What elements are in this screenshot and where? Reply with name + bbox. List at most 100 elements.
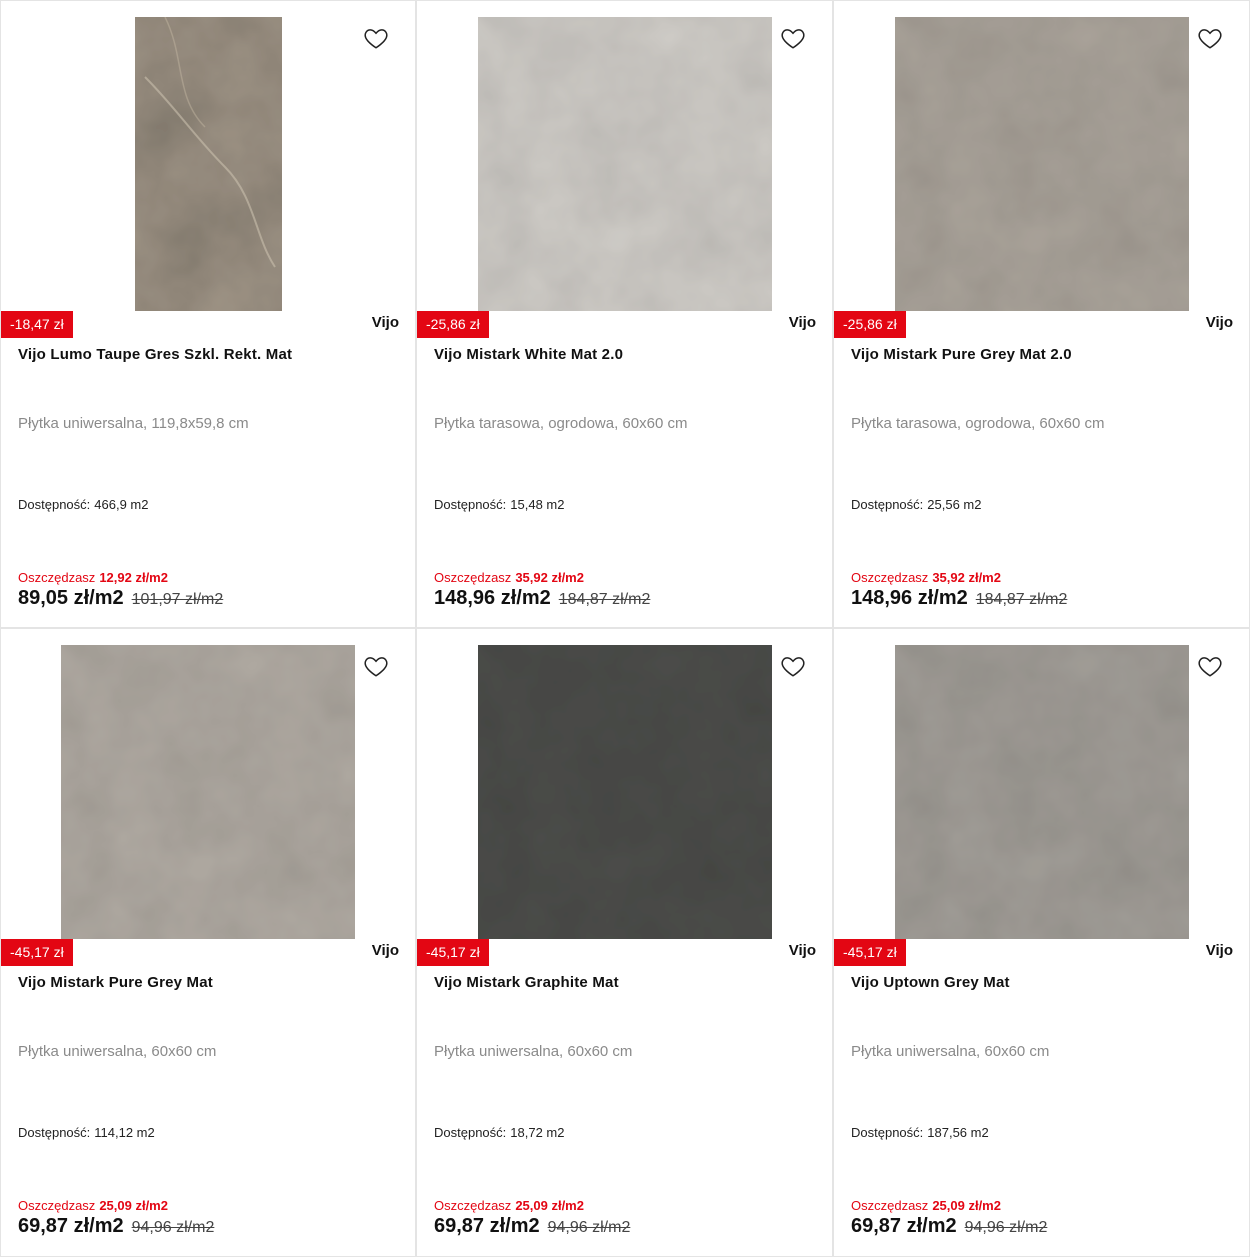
price-row: 89,05 zł/m2 101,97 zł/m2: [18, 587, 223, 610]
current-price: 69,87 zł/m2: [434, 1215, 540, 1237]
product-image[interactable]: [61, 645, 355, 939]
product-card[interactable]: -45,17 zł Vijo Vijo Mistark Pure Grey Ma…: [0, 628, 416, 1257]
product-title[interactable]: Vijo Mistark Graphite Mat: [434, 974, 820, 991]
savings-label: Oszczędzasz: [18, 1198, 96, 1213]
product-card[interactable]: -18,47 zł Vijo Vijo Lumo Taupe Gres Szkl…: [0, 0, 416, 628]
heart-icon[interactable]: [780, 653, 806, 679]
product-image[interactable]: [134, 17, 282, 311]
savings: Oszczędzasz 12,92 zł/m2: [18, 570, 168, 585]
heart-icon[interactable]: [363, 653, 389, 679]
savings-label: Oszczędzasz: [851, 1198, 929, 1213]
availability: Dostępność: 15,48 m2: [434, 497, 564, 512]
availability-label: Dostępność:: [18, 1125, 91, 1140]
savings-value: 12,92 zł/m2: [99, 570, 168, 585]
availability-value: 18,72 m2: [510, 1125, 565, 1140]
brand-label: Vijo: [371, 314, 399, 331]
savings: Oszczędzasz 35,92 zł/m2: [434, 570, 584, 585]
availability-label: Dostępność:: [851, 497, 924, 512]
old-price: 94,96 zł/m2: [964, 1219, 1048, 1236]
brand-label: Vijo: [788, 314, 816, 331]
discount-badge: -45,17 zł: [834, 939, 906, 966]
brand-label: Vijo: [1205, 314, 1233, 331]
old-price: 184,87 zł/m2: [975, 591, 1068, 608]
product-image-wrapper[interactable]: [417, 17, 832, 311]
product-image[interactable]: [894, 645, 1189, 939]
discount-badge: -25,86 zł: [417, 311, 489, 338]
savings-label: Oszczędzasz: [434, 1198, 512, 1213]
savings-value: 35,92 zł/m2: [515, 570, 584, 585]
product-image[interactable]: [477, 17, 772, 311]
product-image-wrapper[interactable]: [834, 17, 1249, 311]
current-price: 148,96 zł/m2: [434, 587, 551, 609]
heart-icon[interactable]: [363, 25, 389, 51]
availability: Dostępność: 114,12 m2: [18, 1125, 155, 1140]
availability-label: Dostępność:: [18, 497, 91, 512]
availability-value: 466,9 m2: [94, 497, 149, 512]
product-subtitle: Płytka uniwersalna, 60x60 cm: [851, 1043, 1050, 1060]
savings-value: 25,09 zł/m2: [99, 1198, 168, 1213]
current-price: 148,96 zł/m2: [851, 587, 968, 609]
availability-label: Dostępność:: [434, 497, 507, 512]
product-image-wrapper[interactable]: [417, 645, 832, 939]
price-row: 148,96 zł/m2 184,87 zł/m2: [851, 587, 1067, 610]
current-price: 69,87 zł/m2: [18, 1215, 124, 1237]
product-image-wrapper[interactable]: [1, 645, 415, 939]
availability-value: 114,12 m2: [94, 1125, 155, 1140]
availability-label: Dostępność:: [434, 1125, 507, 1140]
discount-badge: -45,17 zł: [1, 939, 73, 966]
savings: Oszczędzasz 25,09 zł/m2: [434, 1198, 584, 1213]
brand-label: Vijo: [788, 942, 816, 959]
product-subtitle: Płytka uniwersalna, 119,8x59,8 cm: [18, 415, 249, 432]
old-price: 184,87 zł/m2: [558, 591, 651, 608]
brand-label: Vijo: [371, 942, 399, 959]
old-price: 94,96 zł/m2: [547, 1219, 631, 1236]
discount-badge: -25,86 zł: [834, 311, 906, 338]
availability: Dostępność: 18,72 m2: [434, 1125, 564, 1140]
product-image-wrapper[interactable]: [834, 645, 1249, 939]
availability-value: 25,56 m2: [927, 497, 982, 512]
product-card[interactable]: -45,17 zł Vijo Vijo Uptown Grey Mat Płyt…: [833, 628, 1250, 1257]
heart-icon[interactable]: [780, 25, 806, 51]
product-subtitle: Płytka uniwersalna, 60x60 cm: [434, 1043, 633, 1060]
product-card[interactable]: -25,86 zł Vijo Vijo Mistark Pure Grey Ma…: [833, 0, 1250, 628]
savings: Oszczędzasz 35,92 zł/m2: [851, 570, 1001, 585]
availability-label: Dostępność:: [851, 1125, 924, 1140]
discount-badge: -18,47 zł: [1, 311, 73, 338]
availability-value: 15,48 m2: [510, 497, 565, 512]
product-image[interactable]: [477, 645, 772, 939]
product-title[interactable]: Vijo Mistark Pure Grey Mat: [18, 974, 403, 991]
heart-icon[interactable]: [1197, 25, 1223, 51]
brand-label: Vijo: [1205, 942, 1233, 959]
current-price: 69,87 zł/m2: [851, 1215, 957, 1237]
old-price: 94,96 zł/m2: [131, 1219, 215, 1236]
availability-value: 187,56 m2: [927, 1125, 989, 1140]
product-card[interactable]: -45,17 zł Vijo Vijo Mistark Graphite Mat…: [416, 628, 833, 1257]
savings-value: 35,92 zł/m2: [932, 570, 1001, 585]
savings-label: Oszczędzasz: [18, 570, 96, 585]
product-title[interactable]: Vijo Mistark Pure Grey Mat 2.0: [851, 346, 1237, 363]
discount-badge: -45,17 zł: [417, 939, 489, 966]
savings: Oszczędzasz 25,09 zł/m2: [18, 1198, 168, 1213]
savings-label: Oszczędzasz: [434, 570, 512, 585]
heart-icon[interactable]: [1197, 653, 1223, 679]
product-image[interactable]: [894, 17, 1189, 311]
product-card[interactable]: -25,86 zł Vijo Vijo Mistark White Mat 2.…: [416, 0, 833, 628]
product-title[interactable]: Vijo Uptown Grey Mat: [851, 974, 1237, 991]
product-title[interactable]: Vijo Mistark White Mat 2.0: [434, 346, 820, 363]
savings-value: 25,09 zł/m2: [515, 1198, 584, 1213]
product-subtitle: Płytka uniwersalna, 60x60 cm: [18, 1043, 217, 1060]
availability: Dostępność: 466,9 m2: [18, 497, 148, 512]
old-price: 101,97 zł/m2: [131, 591, 224, 608]
price-row: 69,87 zł/m2 94,96 zł/m2: [851, 1215, 1047, 1238]
price-row: 69,87 zł/m2 94,96 zł/m2: [434, 1215, 630, 1238]
product-subtitle: Płytka tarasowa, ogrodowa, 60x60 cm: [434, 415, 688, 432]
availability: Dostępność: 25,56 m2: [851, 497, 981, 512]
product-grid: -18,47 zł Vijo Vijo Lumo Taupe Gres Szkl…: [0, 0, 1250, 1257]
product-title[interactable]: Vijo Lumo Taupe Gres Szkl. Rekt. Mat: [18, 346, 403, 363]
product-image-wrapper[interactable]: [1, 17, 415, 311]
product-subtitle: Płytka tarasowa, ogrodowa, 60x60 cm: [851, 415, 1105, 432]
savings: Oszczędzasz 25,09 zł/m2: [851, 1198, 1001, 1213]
savings-value: 25,09 zł/m2: [932, 1198, 1001, 1213]
price-row: 148,96 zł/m2 184,87 zł/m2: [434, 587, 650, 610]
price-row: 69,87 zł/m2 94,96 zł/m2: [18, 1215, 214, 1238]
